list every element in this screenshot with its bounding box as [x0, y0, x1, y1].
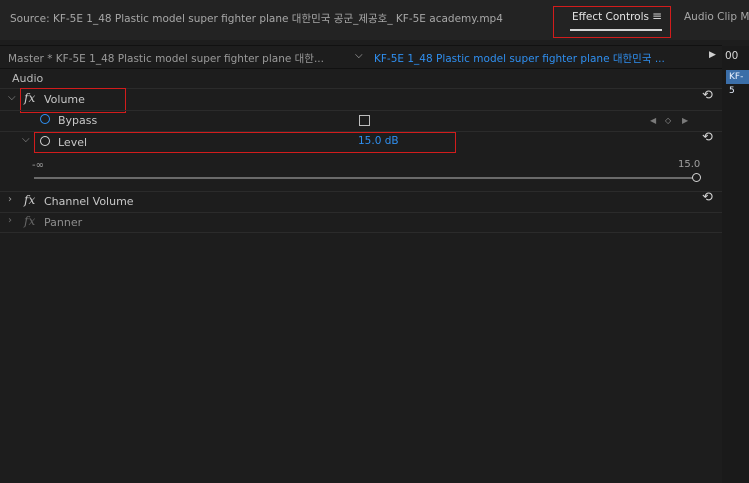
chevron-down-icon[interactable]: ⌵	[8, 92, 16, 103]
reset-icon[interactable]: ⟲	[702, 190, 713, 205]
tab-source-monitor[interactable]: Source: KF-5E 1_48 Plastic model super f…	[10, 11, 503, 26]
stopwatch-icon[interactable]	[40, 114, 50, 124]
highlight-box-effect-controls	[553, 6, 671, 38]
effect-row-panner[interactable]	[0, 212, 722, 233]
timeline-ruler[interactable]	[722, 46, 749, 483]
tab-audio-clip-mixer[interactable]: Audio Clip M	[684, 11, 749, 23]
chevron-right-icon[interactable]: ›	[8, 194, 12, 205]
clip-name-dropdown[interactable]: KF-5E 1_48 Plastic model super fighter p…	[374, 51, 665, 66]
fx-icon[interactable]: fx	[24, 214, 35, 228]
level-slider-handle[interactable]	[692, 173, 701, 182]
effect-label-channel-volume: Channel Volume	[44, 195, 134, 208]
divider	[0, 45, 722, 46]
chevron-right-icon[interactable]: ›	[8, 215, 12, 226]
bypass-checkbox[interactable]	[359, 115, 370, 126]
slider-min-label: -∞	[32, 160, 44, 171]
fx-icon[interactable]: fx	[24, 193, 35, 207]
effect-label-panner: Panner	[44, 216, 83, 229]
section-audio-label: Audio	[12, 72, 44, 85]
param-label-bypass: Bypass	[58, 114, 98, 127]
reset-icon[interactable]: ⟲	[702, 130, 713, 145]
keyframe-prev-icon[interactable]: ◀	[650, 116, 656, 125]
master-clip-label[interactable]: Master * KF-5E 1_48 Plastic model super …	[8, 51, 324, 66]
level-slider-track[interactable]	[34, 177, 696, 179]
keyframe-add-icon[interactable]: ◇	[665, 116, 671, 125]
timecode-label: 00	[725, 50, 739, 62]
chevron-down-icon[interactable]: ⌵	[22, 134, 30, 145]
effect-controls-empty-area	[0, 233, 722, 483]
chevron-down-icon[interactable]: ⌵	[355, 50, 363, 61]
timeline-clip-badge[interactable]: KF-5	[726, 70, 749, 96]
slider-max-label: 15.0	[678, 159, 701, 170]
divider	[0, 68, 722, 69]
reset-icon[interactable]: ⟲	[702, 88, 713, 103]
play-icon[interactable]: ▶	[709, 50, 716, 60]
keyframe-next-icon[interactable]: ▶	[682, 116, 688, 125]
highlight-box-level	[34, 132, 456, 153]
